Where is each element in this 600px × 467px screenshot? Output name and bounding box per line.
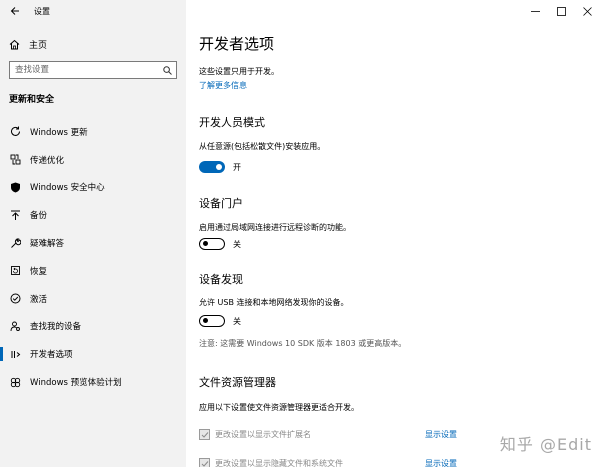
sidebar-item-windows-security[interactable]: Windows 安全中心 <box>0 174 186 202</box>
toggle-switch[interactable] <box>199 161 225 173</box>
recovery-icon <box>9 265 21 277</box>
show-settings-link[interactable]: 显示设置 <box>425 429 457 440</box>
toggle-label: 关 <box>233 239 241 249</box>
checkbox[interactable] <box>199 429 210 440</box>
sdk-note: 注意: 这需要 Windows 10 SDK 版本 1803 或更高版本。 <box>199 339 407 348</box>
search-box[interactable] <box>9 61 177 79</box>
sidebar-item-recovery[interactable]: 恢复 <box>0 257 186 285</box>
sidebar-item-developer-options[interactable]: 开发者选项 <box>0 340 186 368</box>
device-discovery-toggle[interactable]: 关 <box>199 315 241 327</box>
checkmark-icon <box>201 431 208 438</box>
back-arrow-icon <box>10 7 19 15</box>
device-discovery-heading: 设备发现 <box>199 273 243 286</box>
sidebar-item-label: 传递优化 <box>30 155 65 166</box>
sidebar-item-windows-insider[interactable]: Windows 预览体验计划 <box>0 368 186 396</box>
sidebar-item-label: Windows 预览体验计划 <box>30 378 122 389</box>
backup-arrow-icon <box>9 209 21 221</box>
sidebar-item-label: 激活 <box>30 294 48 305</box>
shield-icon <box>9 181 21 193</box>
toggle-switch[interactable] <box>199 315 225 327</box>
wrench-icon <box>9 237 21 249</box>
home-nav-item[interactable]: 主页 <box>0 34 186 54</box>
sidebar-item-label: 备份 <box>30 211 48 222</box>
watermark: 知乎 @Edit <box>499 435 592 454</box>
back-button[interactable] <box>4 0 26 22</box>
checkbox[interactable] <box>199 458 210 467</box>
dev-mode-desc: 从任意源(包括松散文件)安装应用。 <box>199 142 326 151</box>
home-label: 主页 <box>29 40 48 51</box>
sidebar-item-label: Windows 安全中心 <box>30 183 105 194</box>
page-title: 开发者选项 <box>199 35 275 53</box>
sidebar-item-activation[interactable]: 激活 <box>0 285 186 313</box>
checkbox-label: 更改设置以显示隐藏文件和系统文件 <box>215 459 343 467</box>
developer-icon <box>9 348 21 360</box>
device-portal-heading: 设备门户 <box>199 197 243 210</box>
toggle-label: 开 <box>233 162 241 172</box>
dev-mode-toggle[interactable]: 开 <box>199 161 241 173</box>
sidebar-item-label: 开发者选项 <box>30 350 73 361</box>
delivery-optimization-icon <box>9 154 21 166</box>
search-input[interactable] <box>10 62 158 78</box>
insider-icon <box>9 376 21 388</box>
home-icon <box>9 39 20 49</box>
sidebar-item-delivery-optimization[interactable]: 传递优化 <box>0 146 186 174</box>
sidebar-item-troubleshoot[interactable]: 疑难解答 <box>0 229 186 257</box>
toggle-switch[interactable] <box>199 238 225 250</box>
app-title: 设置 <box>34 6 50 16</box>
person-locate-icon <box>9 320 21 332</box>
sidebar-item-find-my-device[interactable]: 查找我的设备 <box>0 313 186 341</box>
sidebar-item-backup[interactable]: 备份 <box>0 201 186 229</box>
intro-text: 这些设置只用于开发。 <box>199 67 279 76</box>
checkmark-icon <box>201 460 208 467</box>
toggle-label: 关 <box>233 316 241 326</box>
sidebar-item-label: 恢复 <box>30 266 48 277</box>
device-portal-toggle[interactable]: 关 <box>199 238 241 250</box>
device-portal-desc: 启用通过局域网连接进行远程诊断的功能。 <box>199 223 351 232</box>
device-discovery-desc: 允许 USB 连接和本地网络发现你的设备。 <box>199 298 349 307</box>
file-explorer-heading: 文件资源管理器 <box>199 376 276 389</box>
file-explorer-desc: 应用以下设置使文件资源管理器更适合开发。 <box>199 403 359 412</box>
main-content: 开发者选项 这些设置只用于开发。 了解更多信息 开发人员模式 从任意源(包括松散… <box>199 0 600 467</box>
search-icon[interactable] <box>158 62 176 78</box>
title-bar: 设置 <box>0 0 186 22</box>
sidebar-item-windows-update[interactable]: Windows 更新 <box>0 118 186 146</box>
learn-more-link[interactable]: 了解更多信息 <box>199 80 247 91</box>
refresh-icon <box>9 126 21 138</box>
section-title: 更新和安全 <box>9 95 55 105</box>
sidebar-nav: Windows 更新 传递优化 Windows 安全中心 备份 疑难解答 恢复 … <box>0 118 186 396</box>
show-settings-link[interactable]: 显示设置 <box>425 458 457 467</box>
check-circle-icon <box>9 293 21 305</box>
hidden-files-option: 更改设置以显示隐藏文件和系统文件 显示设置 <box>199 458 579 467</box>
sidebar-item-label: 疑难解答 <box>30 239 65 250</box>
sidebar: 设置 主页 更新和安全 Windows 更新 传递优化 Windows 安全中心… <box>0 0 186 467</box>
sidebar-item-label: Windows 更新 <box>30 127 88 138</box>
dev-mode-heading: 开发人员模式 <box>199 116 265 129</box>
sidebar-item-label: 查找我的设备 <box>30 322 82 333</box>
checkbox-label: 更改设置以显示文件扩展名 <box>215 430 311 439</box>
